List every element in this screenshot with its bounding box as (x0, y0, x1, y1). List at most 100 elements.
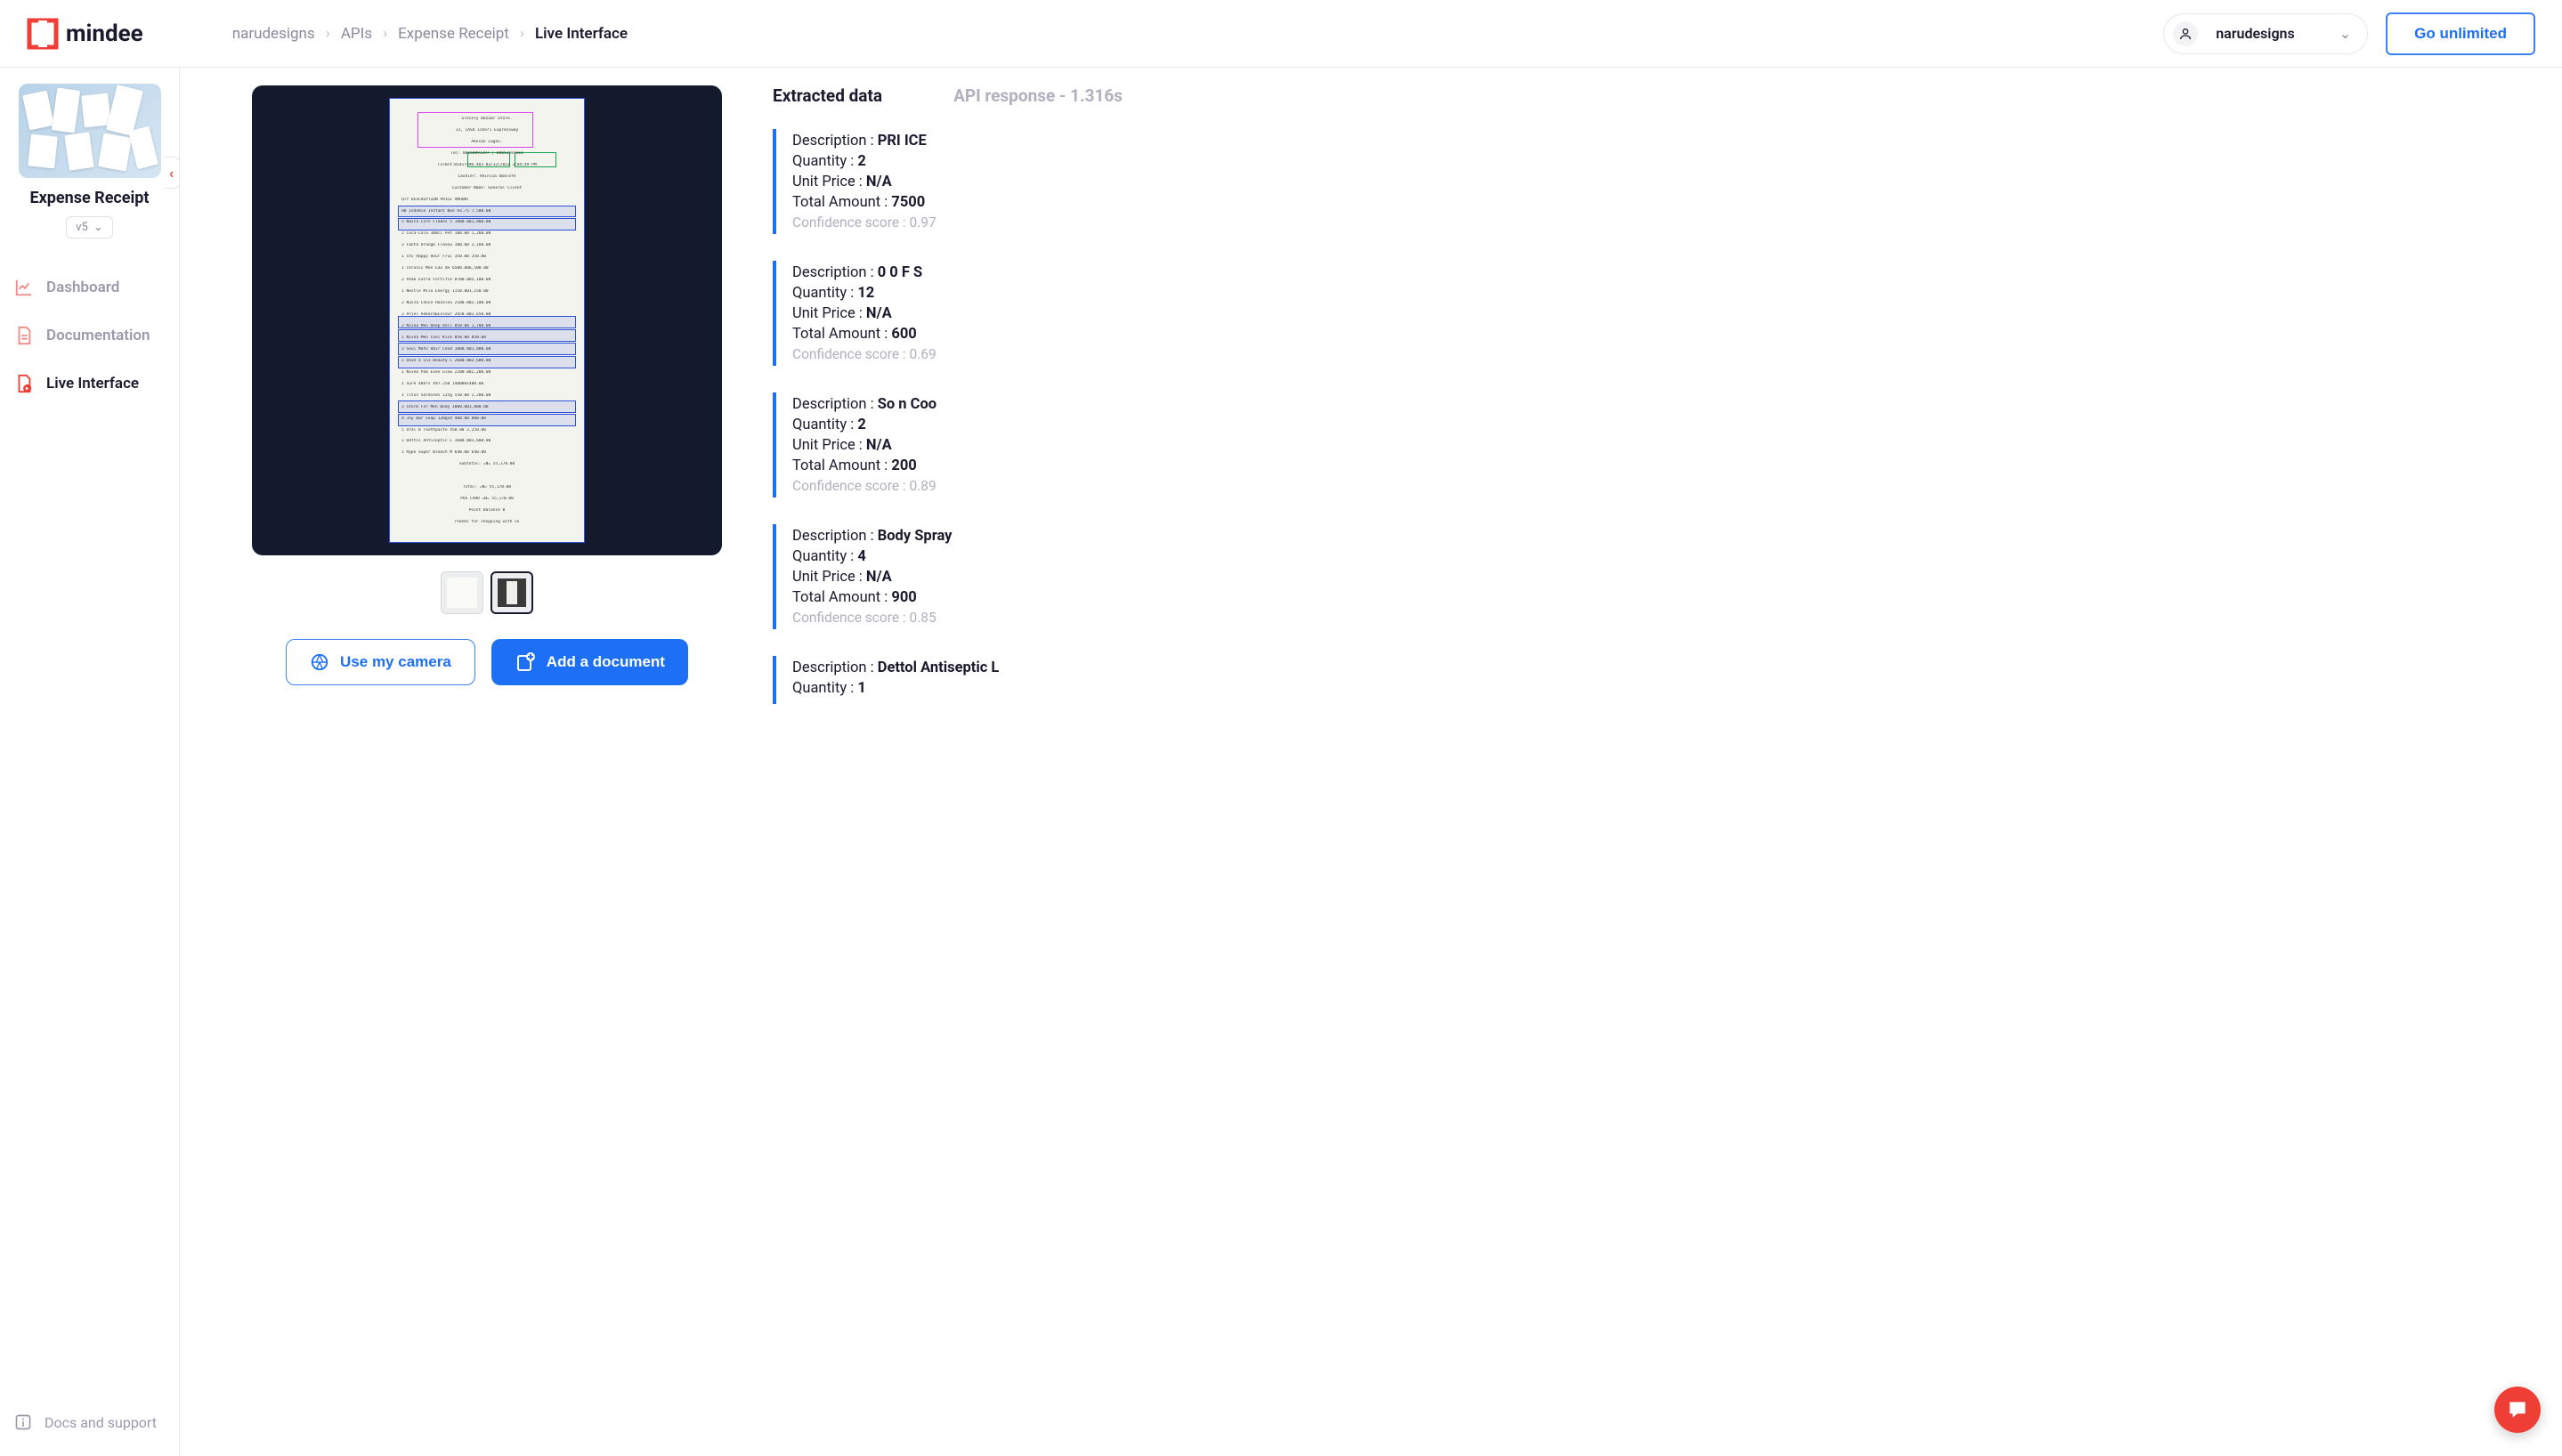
receipt-text-line: Total: =N= 55,170.00 (401, 485, 572, 489)
receipt-text-line: Customer Name: General Client (401, 186, 572, 190)
chevron-right-icon: › (520, 25, 524, 43)
sidebar: ‹ Expense Receipt v5 ⌄ Dashboard Documen… (0, 68, 180, 1456)
field-row: Quantity : 2 (792, 153, 2526, 170)
main: Grocery Bazaar Store. 13, LASU Isheri Exp… (180, 68, 2562, 1456)
logo[interactable]: mindee (27, 18, 143, 50)
user-menu[interactable]: narudesigns ⌄ (2163, 13, 2368, 54)
document-icon (14, 326, 34, 345)
button-label: Use my camera (340, 653, 451, 671)
line-item-card[interactable]: Description : PRI ICEQuantity : 2Unit Pr… (773, 129, 2526, 234)
line-item-card[interactable]: Description : Dettol Antiseptic LQuantit… (773, 656, 2526, 704)
field-row: Quantity : 2 (792, 417, 2526, 433)
receipt-text-line: Ticket:01417598.403 03/12/2022 3:04:49 P… (401, 163, 572, 167)
breadcrumb-current: Live Interface (535, 25, 628, 43)
field-row: Description : PRI ICE (792, 133, 2526, 150)
chart-line-icon (14, 278, 34, 297)
receipt-text-line: 1 Hypo Super Bleach M 640.00 640.00 (401, 450, 572, 455)
sidebar-item-label: Dashboard (46, 279, 119, 296)
receipt-text-line: 1 Dettol Antiseptic L 1600.001,600.00 (401, 439, 572, 443)
logo-icon (27, 18, 59, 50)
document-viewer[interactable]: Grocery Bazaar Store. 13, LASU Isheri Exp… (252, 85, 722, 555)
sidebar-nav: Dashboard Documentation Live Interface (9, 265, 170, 406)
thumbnail[interactable] (491, 571, 533, 614)
receipt-text-line: 2 Storm For Men Body 1800.001,800.00 (401, 405, 572, 409)
receipt-text-line: 2 Fanta Orange Flavou 180.00 2,160.00 (401, 243, 572, 247)
docs-support-link[interactable]: Docs and support (9, 1404, 170, 1440)
receipt-text-line: Tel: 08150891197 | 08053597018 (401, 151, 572, 156)
receipt-text-line: 5 Nasco Corn Flakes 5 1800.001,800.00 (401, 220, 572, 224)
version-label: v5 (76, 221, 88, 234)
receipt-text-line: 2 Nussa Choco Hazelnu 2100.002,100.00 (401, 301, 572, 305)
info-icon (14, 1413, 32, 1431)
field-row: Total Amount : 200 (792, 457, 2526, 474)
confidence-score: Confidence score : 0.69 (792, 346, 2526, 362)
receipt-text-line: QTY DESCRIPTION PRICE AMOUNT (401, 198, 572, 202)
field-row: Quantity : 4 (792, 548, 2526, 565)
breadcrumb-item[interactable]: narudesigns (232, 25, 315, 43)
chevron-down-icon: ⌄ (93, 221, 103, 234)
line-item-card[interactable]: Description : 0 0 F S Quantity : 12 Unit P… (773, 261, 2526, 366)
receipt-text-line: 1 Nivea Men Cool Kick 850.00 850.00 (401, 336, 572, 340)
camera-aperture-icon (310, 652, 329, 672)
sidebar-item-documentation[interactable]: Documentation (9, 313, 170, 358)
button-label: Add a document (547, 653, 665, 671)
avatar (2173, 21, 2198, 46)
field-row: Quantity : 12 (792, 285, 2526, 302)
logo-text: mindee (66, 20, 143, 47)
header: mindee narudesigns › APIs › Expense Rece… (0, 0, 2562, 68)
api-thumbnail (19, 84, 161, 178)
chat-button[interactable] (2494, 1387, 2541, 1433)
use-camera-button[interactable]: Use my camera (286, 639, 475, 685)
field-row: Unit Price : N/A (792, 569, 2526, 586)
line-item-card[interactable]: Description : Body Spray Quantity : 4 Unit… (773, 524, 2526, 629)
receipt-text-line: 2 Soul Mate Hair Cond 1000.001,000.00 (401, 347, 572, 352)
receipt-text-line: Akesan Lagos. (401, 140, 572, 144)
receipt-text-line: 1 Nestle Milo Energy 1150.001,150.00 (401, 289, 572, 294)
receipt-text-line: 2 Nivea Men Deep Roll 850.00 1,700.00 (401, 324, 572, 328)
receipt-text-line: 1 Chi Happy Hour Frui 350.00 350.00 (401, 255, 572, 259)
receipt-text-line: 4 Joy Bar Soap 120gx4 400.00 800.00 (401, 417, 572, 421)
sidebar-item-dashboard[interactable]: Dashboard (9, 265, 170, 310)
field-row: Total Amount : 600 (792, 326, 2526, 343)
result-tabs: Extracted data API response - 1.316s (773, 85, 2526, 106)
field-row: Total Amount : 7500 (792, 194, 2526, 211)
receipt-text-line: 13, LASU Isheri Expressway (401, 128, 572, 133)
receipt-text-line: Grocery Bazaar Store. (401, 117, 572, 121)
field-row: Description : Body Spray (792, 528, 2526, 545)
line-item-card[interactable]: Description : So n Coo Quantity : 2 Unit P… (773, 392, 2526, 497)
receipt-text-line: Cashier: Akinlua Omolofe (401, 174, 572, 179)
thumbnails (441, 571, 533, 614)
receipt-text-line: 80 Indomie Instant Noo 93.75 7,500.00 (401, 209, 572, 214)
field-row: Description : So n Coo (792, 396, 2526, 413)
confidence-score: Confidence score : 0.85 (792, 610, 2526, 626)
receipt-text-line: 1 Sure 48hrs 497.250 1400001400.00 (401, 382, 572, 386)
action-row: Use my camera Add a document (286, 639, 688, 685)
field-row: Unit Price : N/A (792, 305, 2526, 322)
version-select[interactable]: v5 ⌄ (66, 216, 113, 239)
receipt-text-line: Point Balance 0 (401, 508, 572, 513)
sidebar-item-live-interface[interactable]: Live Interface (9, 361, 170, 406)
api-title: Expense Receipt (9, 189, 170, 207)
collapse-sidebar-button[interactable]: ‹ (164, 157, 180, 189)
breadcrumb-item[interactable]: Expense Receipt (398, 25, 509, 43)
tab-extracted-data[interactable]: Extracted data (773, 85, 882, 106)
receipt-text-line: 2 Ariel Ankara&Colour 2650.002,650.00 (401, 312, 572, 317)
field-row: Total Amount : 900 (792, 589, 2526, 606)
tab-api-response[interactable]: API response - 1.316s (953, 85, 1123, 106)
chevron-down-icon: ⌄ (2339, 25, 2351, 42)
field-row: Unit Price : N/A (792, 437, 2526, 454)
thumbnail[interactable] (441, 571, 483, 614)
add-document-button[interactable]: Add a document (491, 639, 688, 685)
chat-icon (2506, 1398, 2529, 1421)
breadcrumb-item[interactable]: APIs (341, 25, 372, 43)
receipt-text-line: 1 Titus Sardines 125g 550.00 2,200.00 (401, 393, 572, 398)
user-name: narudesigns (2216, 25, 2294, 42)
document-plus-icon (515, 651, 536, 673)
sidebar-item-label: Live Interface (46, 375, 139, 392)
receipt-text-line: POS CARD =N= 55,170.00 (401, 497, 572, 501)
receipt-text-line: 1 Chronic Men Eau de 6500.006,500.00 (401, 266, 572, 271)
chevron-right-icon: › (326, 25, 330, 43)
results-panel: Extracted data API response - 1.316s Des… (741, 68, 2562, 1456)
field-row: Description : 0 0 F S (792, 264, 2526, 281)
go-unlimited-button[interactable]: Go unlimited (2386, 12, 2535, 55)
